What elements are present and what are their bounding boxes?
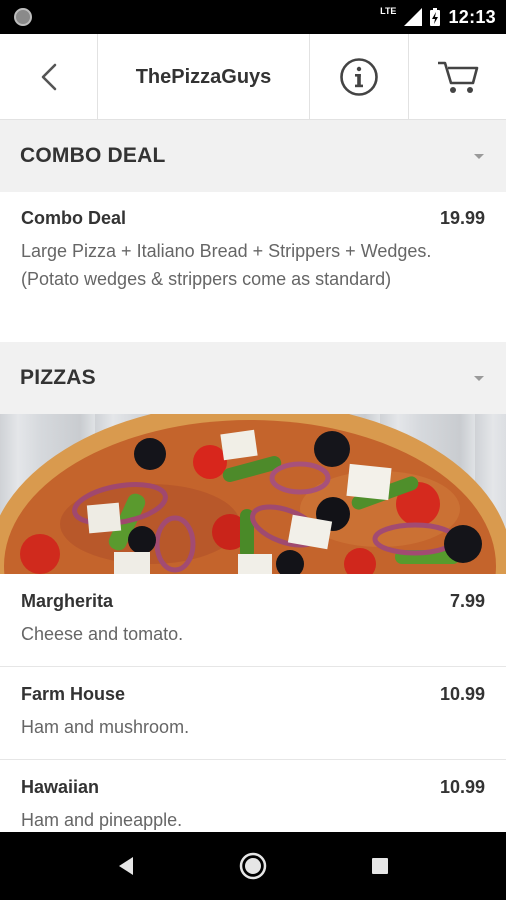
nav-back-icon (119, 857, 133, 875)
system-nav-bar (0, 832, 506, 900)
item-name: Margherita (21, 591, 114, 611)
item-price: 10.99 (439, 684, 485, 704)
item-description: Ham and pineapple. (21, 810, 183, 830)
item-description: Cheese and tomato. (21, 624, 184, 644)
item-price: 10.99 (439, 777, 485, 797)
network-type: LTE (380, 6, 397, 16)
status-bar: LTE 12:13 (0, 0, 506, 34)
item-description: Ham and mushroom. (21, 717, 190, 737)
app-title-container: ThePizzaGuys (98, 34, 310, 120)
status-indicators: LTE 12:13 (380, 0, 496, 34)
cart-button[interactable] (409, 34, 506, 120)
section-title: COMBO DEAL (20, 144, 166, 167)
info-button[interactable] (310, 34, 409, 120)
item-description: Large Pizza + Italiano Bread + Strippers… (21, 241, 432, 289)
notification-icon (14, 8, 32, 26)
item-price: 7.99 (449, 591, 485, 611)
clock: 12:13 (448, 6, 496, 27)
menu-item-farm-house[interactable]: Farm House 10.99 Ham and mushroom. (0, 667, 506, 760)
menu-content[interactable]: COMBO DEAL Combo Deal 19.99 Large Pizza … (0, 120, 506, 832)
section-title: PIZZAS (20, 366, 96, 389)
item-name: Hawaiian (21, 777, 100, 797)
dropdown-arrow-icon (474, 375, 484, 381)
menu-item-hawaiian[interactable]: Hawaiian 10.99 Ham and pineapple. (0, 760, 506, 832)
app-title: ThePizzaGuys (135, 65, 272, 88)
nav-recents-icon (372, 858, 388, 874)
menu-item-margherita[interactable]: Margherita 7.99 Cheese and tomato. (0, 574, 506, 667)
menu-item-combo-deal[interactable]: Combo Deal 19.99 Large Pizza + Italiano … (0, 192, 506, 342)
signal-icon (404, 8, 423, 26)
item-price: 19.99 (439, 208, 485, 228)
app-bar: ThePizzaGuys (0, 34, 506, 120)
back-arrow-icon (41, 63, 56, 91)
back-button[interactable] (0, 34, 98, 120)
pizza-banner-image (0, 414, 506, 574)
cart-icon (437, 61, 478, 93)
item-name: Farm House (21, 684, 126, 704)
item-name: Combo Deal (21, 208, 127, 228)
battery-icon (430, 8, 441, 26)
section-header-combo-deal[interactable]: COMBO DEAL (0, 120, 506, 192)
pizza-illustration (0, 414, 506, 574)
nav-home-icon (239, 852, 267, 880)
nav-back-button[interactable] (104, 832, 148, 900)
nav-recents-button[interactable] (358, 832, 402, 900)
nav-home-button[interactable] (231, 832, 275, 900)
info-icon (340, 58, 378, 96)
dropdown-arrow-icon (474, 153, 484, 159)
section-header-pizzas[interactable]: PIZZAS (0, 342, 506, 414)
